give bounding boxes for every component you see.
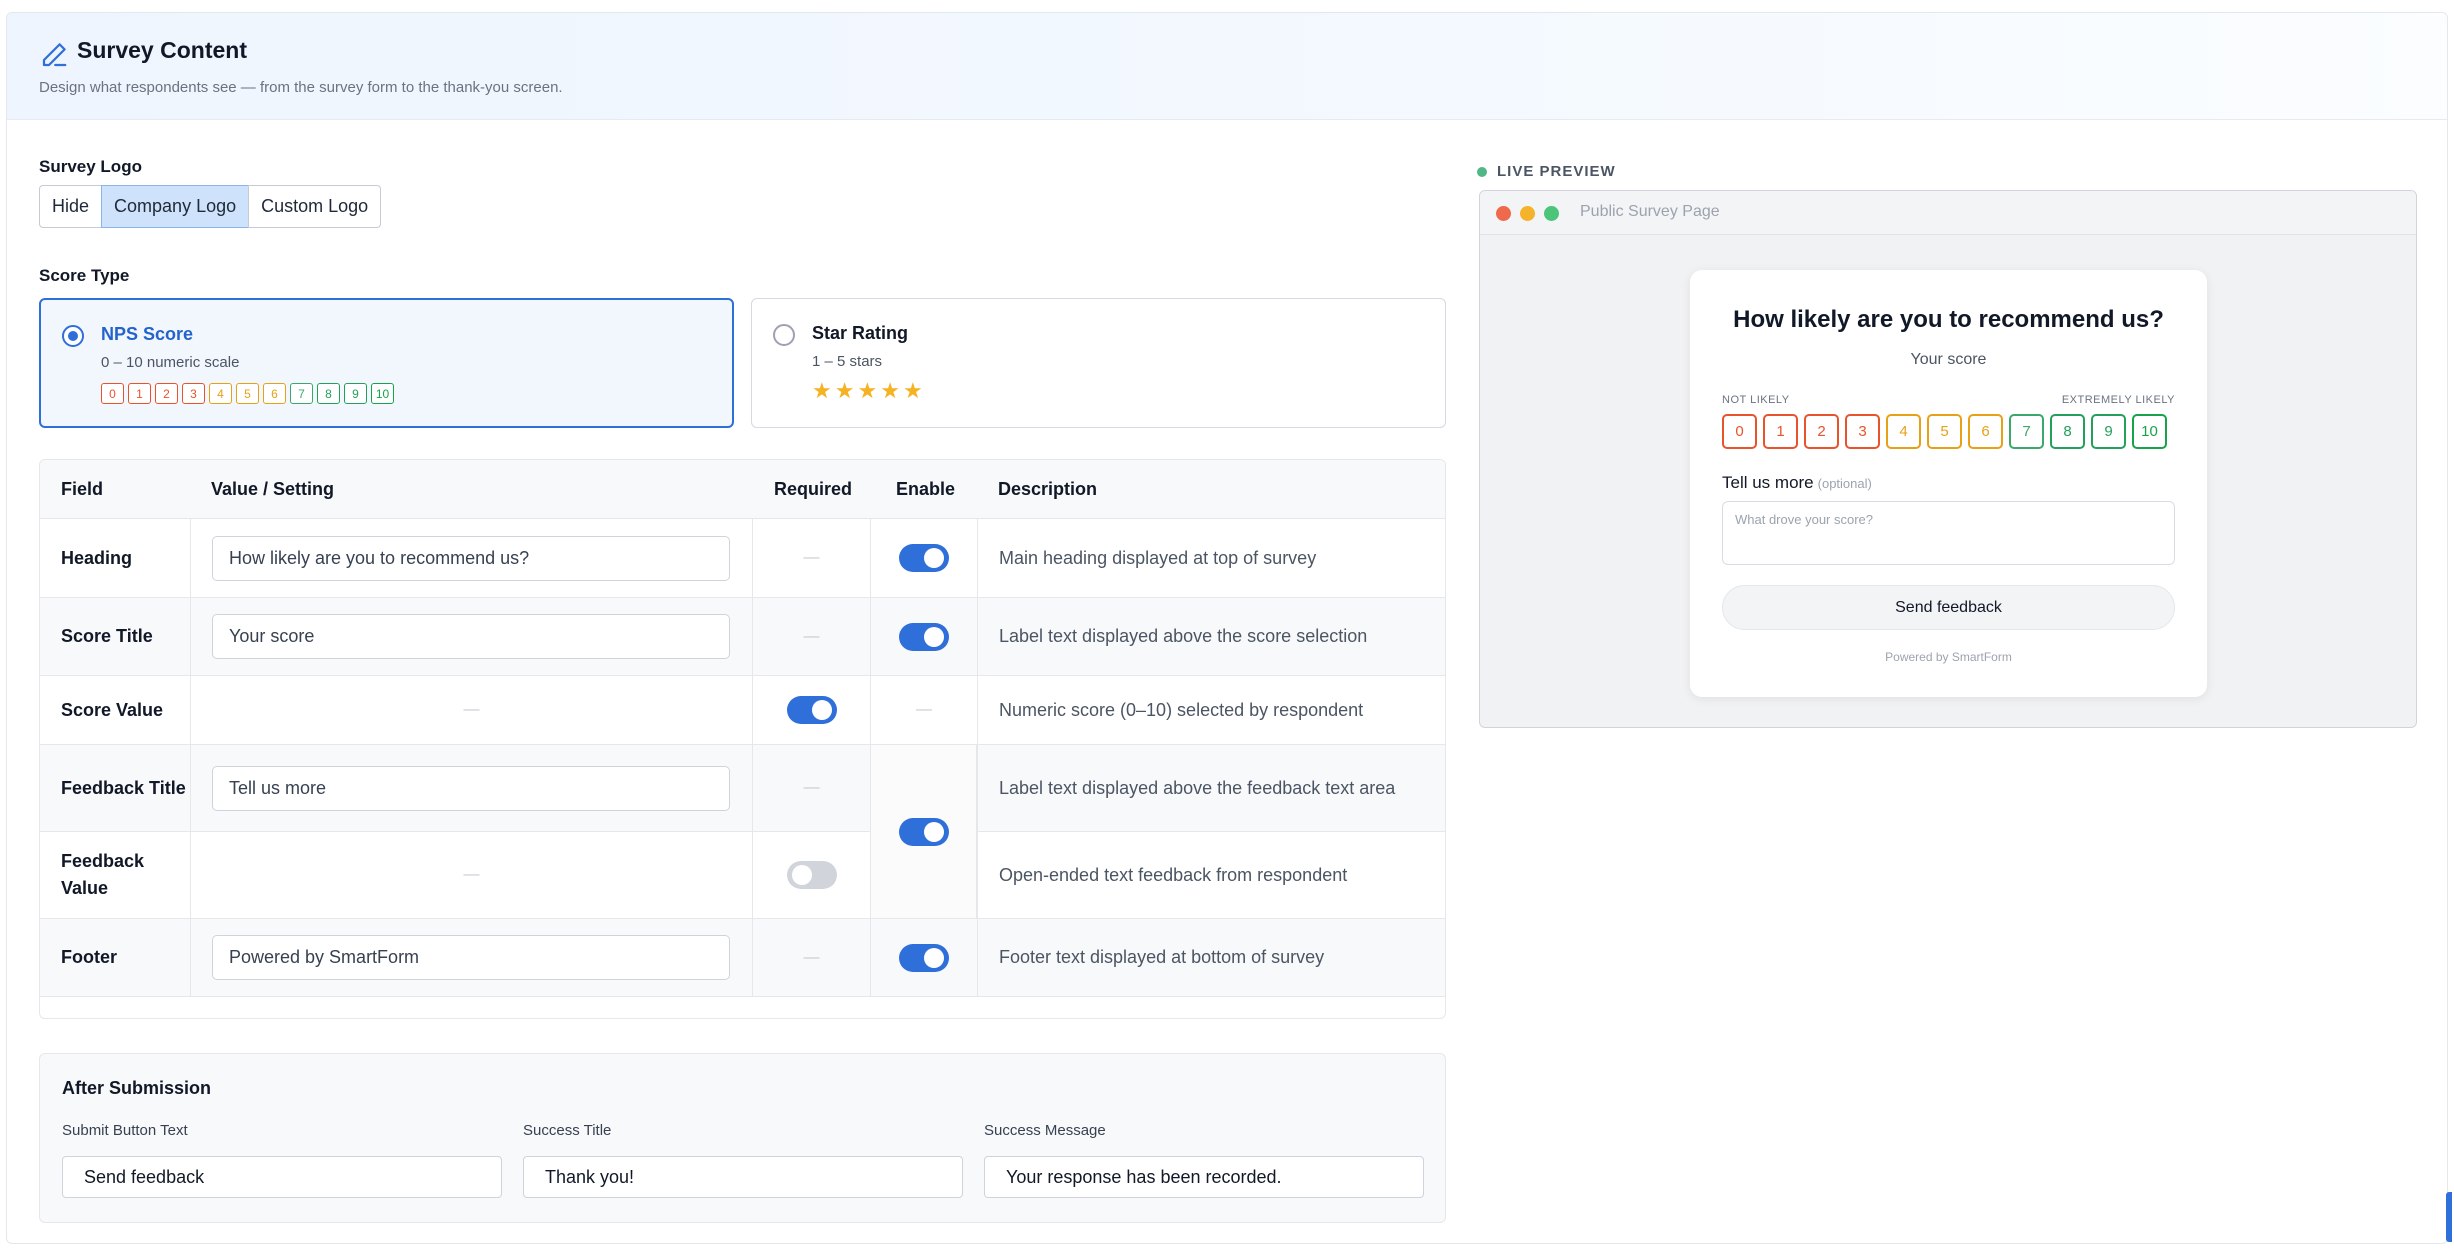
page-subtitle: Design what respondents see — from the s… [39,79,563,96]
logo-option-custom[interactable]: Custom Logo [248,185,382,228]
page-title: Survey Content [77,37,247,63]
mini-scale-item-1: 1 [128,383,151,404]
survey-content-page: Survey Content Design what respondents s… [6,12,2448,1244]
mini-scale-item-7: 7 [290,383,313,404]
score-type-label: Score Type [39,266,130,285]
feedback-value-required-toggle[interactable] [786,861,837,889]
mini-scale-item-5: 5 [236,383,259,404]
preview-score-title: Your score [1910,351,1987,368]
table-row: Footer Powered by SmartForm — Footer tex… [40,919,1445,997]
mini-scale-item-0: 0 [101,383,124,404]
score-value-required-toggle[interactable] [786,696,837,724]
footer-enable-toggle[interactable] [899,943,949,972]
close-dot-icon [1496,206,1511,221]
live-dot-icon [1477,166,1487,177]
field-settings-table: Field Value / Setting Required Enable De… [39,459,1446,1019]
star-icon: ★ [857,378,878,403]
survey-logo-selector: Hide Company Logo Custom Logo [39,185,382,228]
nps-radio[interactable] [62,325,84,347]
preview-window: Public Survey Page How likely are you to… [1479,190,2417,728]
feedback-enable-cell [870,745,977,919]
table-row: Score Title Your score — Label text disp… [40,598,1445,676]
table-header: Field Value / Setting Required Enable De… [40,460,1445,519]
star-subtitle: 1 – 5 stars [812,353,883,370]
star-icon: ★ [902,378,923,403]
star-icon: ★ [812,378,832,403]
star-icons: ★ ★ ★ ★ ★ [812,379,923,403]
preview-heading: How likely are you to recommend us? [1733,306,2164,333]
preview-send-feedback-button[interactable]: Send feedback [1722,585,2175,630]
col-field: Field [61,478,104,499]
preview-feedback-title: Tell us more (optional) [1722,473,1872,492]
preview-score-option-0[interactable]: 0 [1722,414,1757,449]
preview-score-option-8[interactable]: 8 [2050,414,2085,449]
col-value: Value / Setting [211,478,335,499]
mini-scale-item-8: 8 [317,383,340,404]
minimize-dot-icon [1520,206,1535,221]
page-header: Survey Content Design what respondents s… [7,13,2447,120]
mini-scale-item-2: 2 [155,383,178,404]
scroll-edge-indicator [2446,1192,2452,1242]
preview-score-option-5[interactable]: 5 [1927,414,1962,449]
pencil-icon [42,43,67,67]
preview-score-option-9[interactable]: 9 [2091,414,2126,449]
mini-scale-item-6: 6 [263,383,286,404]
submit-button-text-label: Submit Button Text [62,1122,188,1139]
col-required: Required [774,478,853,499]
preview-feedback-textarea[interactable]: What drove your score? [1722,501,2175,565]
col-description: Description [998,478,1098,499]
logo-option-hide[interactable]: Hide [39,185,103,228]
success-message-input[interactable]: Your response has been recorded. [984,1156,1424,1198]
table-row: Feedback Value — Open-ended text feedbac… [40,832,1445,919]
preview-score-option-3[interactable]: 3 [1845,414,1880,449]
nps-mini-scale: 0 1 2 3 4 5 6 7 8 9 10 [101,383,394,404]
nps-score-option[interactable]: NPS Score 0 – 10 numeric scale 012345678… [39,298,734,428]
survey-logo-label: Survey Logo [39,157,142,176]
preview-high-label: EXTREMELY LIKELY [2061,394,2175,406]
preview-survey-card: How likely are you to recommend us? Your… [1690,270,2207,697]
logo-option-company[interactable]: Company Logo [101,185,250,228]
star-rating-option[interactable]: Star Rating 1 – 5 stars ★ ★ ★ ★ ★ [751,298,1446,428]
preview-score-option-2[interactable]: 2 [1804,414,1839,449]
maximize-dot-icon [1544,206,1559,221]
nps-subtitle: 0 – 10 numeric scale [101,354,240,371]
preview-footer: Powered by SmartForm [1885,650,2012,664]
success-message-label: Success Message [984,1122,1106,1139]
feedback-enable-toggle[interactable] [898,817,949,846]
after-submission-panel: After Submission Submit Button Text Send… [39,1053,1446,1223]
preview-score-scale: 0 1 2 3 4 5 6 7 8 9 10 [1722,414,2167,449]
table-row: Feedback Title Tell us more — Label text… [40,745,1445,832]
table-row: Score Value — — Numeric score (0–10) sel… [40,676,1445,745]
preview-window-bar: Public Survey Page [1480,191,2416,235]
mini-scale-item-4: 4 [209,383,232,404]
success-title-label: Success Title [523,1122,612,1139]
after-submission-title: After Submission [62,1078,212,1098]
live-preview-badge: LIVE PREVIEW [1477,163,1616,180]
preview-score-option-1[interactable]: 1 [1763,414,1798,449]
nps-title: NPS Score [101,324,194,344]
success-title-input[interactable]: Thank you! [523,1156,963,1198]
score-title-enable-toggle[interactable] [899,622,949,651]
star-radio[interactable] [773,324,795,346]
preview-window-title: Public Survey Page [1580,203,1720,220]
mini-scale-item-10: 10 [371,383,394,404]
preview-score-option-6[interactable]: 6 [1968,414,2003,449]
mini-scale-item-9: 9 [344,383,367,404]
star-icon: ★ [880,378,900,403]
mini-scale-item-3: 3 [182,383,205,404]
score-title-input[interactable]: Your score [212,614,730,659]
heading-input[interactable]: How likely are you to recommend us? [212,535,730,581]
col-enable: Enable [896,478,956,499]
submit-button-text-input[interactable]: Send feedback [62,1156,502,1198]
star-title: Star Rating [812,323,909,343]
heading-enable-toggle[interactable] [899,544,949,572]
star-icon: ★ [834,378,855,403]
preview-low-label: NOT LIKELY [1722,394,1790,406]
table-row: Heading How likely are you to recommend … [40,519,1445,598]
preview-score-option-4[interactable]: 4 [1886,414,1921,449]
feedback-title-input[interactable]: Tell us more [212,765,730,811]
preview-score-option-10[interactable]: 10 [2132,414,2167,449]
footer-input[interactable]: Powered by SmartForm [212,935,730,980]
preview-score-option-7[interactable]: 7 [2009,414,2044,449]
